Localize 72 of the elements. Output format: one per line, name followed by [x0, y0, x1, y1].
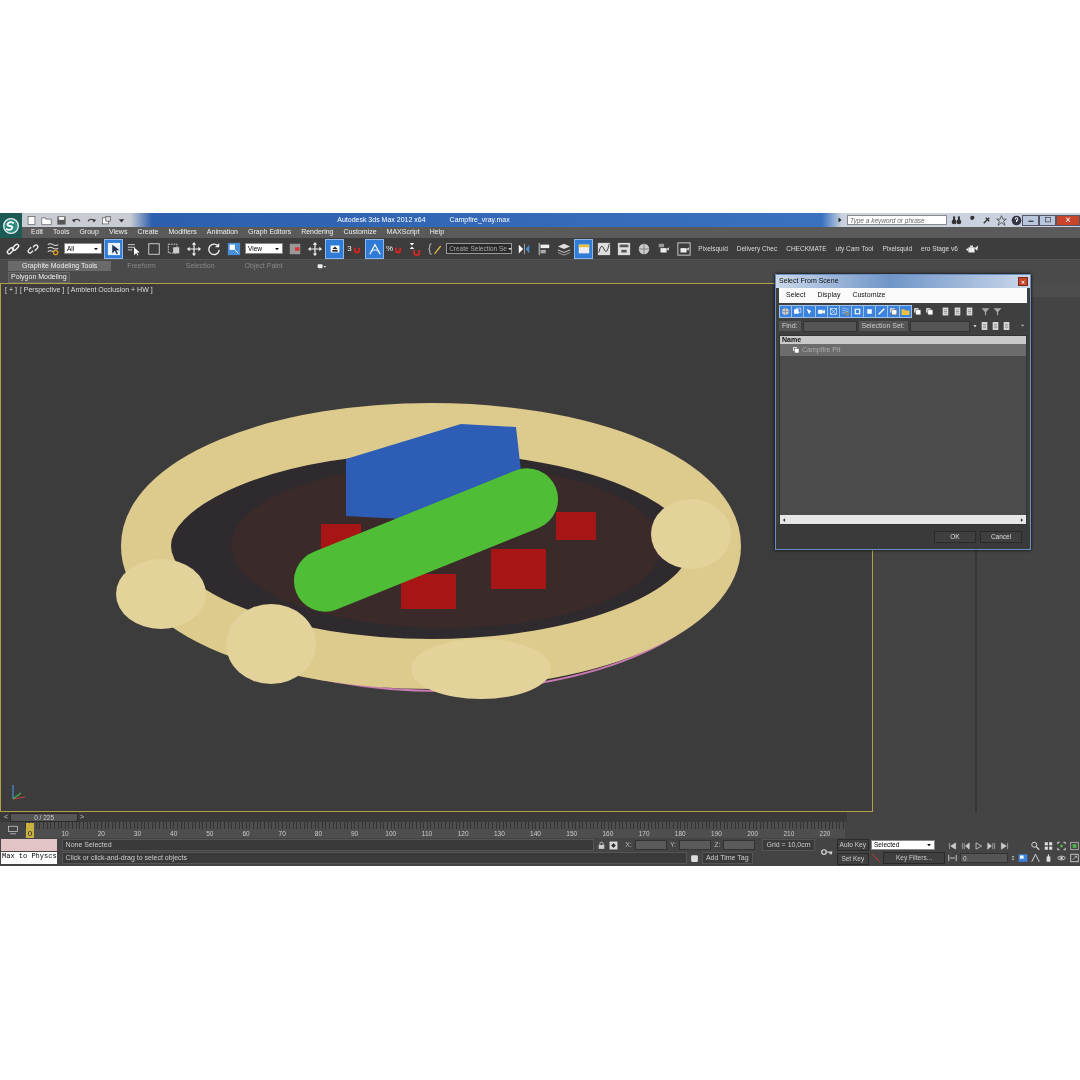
teapot-frame-icon[interactable]: [675, 239, 693, 258]
time-configuration-icon[interactable]: [1018, 853, 1028, 863]
close-button[interactable]: [1056, 214, 1080, 226]
scroll-right-icon: [1019, 516, 1025, 523]
go-to-end-icon[interactable]: [999, 841, 1010, 851]
lamp-icon[interactable]: [804, 305, 815, 317]
key-mode-icon[interactable]: [947, 853, 958, 863]
stack-icon[interactable]: [888, 305, 899, 317]
zoom-all-icon[interactable]: [1043, 841, 1054, 851]
selection-set-field[interactable]: [909, 320, 970, 332]
frame-marker[interactable]: 0: [26, 822, 34, 838]
bone-icon[interactable]: [876, 305, 887, 317]
open-folder-icon[interactable]: [41, 214, 52, 226]
caret-icon: [274, 245, 280, 252]
app-logo-icon[interactable]: [0, 213, 22, 238]
shapes-icon[interactable]: [792, 305, 803, 317]
page-icon[interactable]: [979, 321, 989, 331]
go-to-start-icon[interactable]: [947, 841, 958, 851]
zoom-extents-all-icon[interactable]: [1069, 841, 1080, 851]
maximize-button[interactable]: [1039, 214, 1056, 226]
coordinate-field[interactable]: [723, 840, 756, 850]
close-button[interactable]: [1018, 277, 1028, 286]
helper-icon[interactable]: [828, 305, 839, 317]
spinner-icon[interactable]: [1010, 853, 1016, 863]
key-icon[interactable]: [818, 846, 835, 858]
transform-mode-icon[interactable]: [609, 840, 619, 850]
lock-icon[interactable]: [597, 840, 607, 850]
new-file-icon[interactable]: [26, 214, 37, 226]
next-frame-icon[interactable]: [986, 841, 997, 851]
save-icon[interactable]: [56, 214, 67, 226]
coordinate-field[interactable]: [679, 840, 712, 850]
coordinate-field[interactable]: [634, 840, 667, 850]
minimize-button[interactable]: [1022, 214, 1039, 226]
orbit-icon[interactable]: [1056, 853, 1067, 863]
star-icon[interactable]: [996, 214, 1007, 226]
caret-icon: [926, 842, 932, 849]
caret-icon: [93, 245, 99, 252]
binoculars-icon[interactable]: [951, 214, 962, 226]
stack-icon[interactable]: [924, 305, 935, 317]
page-icon[interactable]: [1001, 321, 1011, 331]
play-icon[interactable]: [973, 841, 984, 851]
ribbon-icon[interactable]: [575, 239, 593, 258]
camera-icon[interactable]: [816, 305, 827, 317]
expand-arrow-icon[interactable]: [836, 215, 844, 225]
scroll-left-icon: [781, 516, 787, 523]
listener-field[interactable]: [1, 839, 57, 851]
keyboard-icon[interactable]: [326, 239, 343, 258]
stack-icon[interactable]: [912, 305, 923, 317]
time-tag-icon[interactable]: [689, 853, 699, 863]
scrollbar[interactable]: [780, 515, 1026, 524]
find-field[interactable]: [802, 320, 857, 332]
caret-icon: [506, 245, 513, 252]
funnel-icon[interactable]: [980, 305, 991, 317]
box-icon[interactable]: [864, 305, 875, 317]
object-icon: [792, 345, 800, 355]
page-icon[interactable]: [990, 321, 1000, 331]
previous-frame-icon[interactable]: [960, 841, 971, 851]
project-folder-icon[interactable]: [101, 214, 112, 226]
maximize-viewport-icon[interactable]: [1069, 853, 1080, 863]
zoom-extents-icon[interactable]: [1056, 841, 1067, 851]
zoom-icon[interactable]: [1030, 841, 1041, 851]
help-icon[interactable]: [1011, 214, 1022, 226]
curve-editor-icon[interactable]: [6, 824, 19, 836]
page-icon[interactable]: [964, 305, 975, 317]
angle-magnet-snap-icon[interactable]: [366, 239, 383, 258]
cursor-icon[interactable]: [105, 239, 122, 258]
group-icon[interactable]: [852, 305, 863, 317]
page-icon[interactable]: [940, 305, 951, 317]
page-icon[interactable]: [952, 305, 963, 317]
funnel-icon[interactable]: [992, 305, 1003, 317]
close-icon: [1019, 278, 1027, 286]
field-of-view-icon[interactable]: [1030, 853, 1041, 863]
